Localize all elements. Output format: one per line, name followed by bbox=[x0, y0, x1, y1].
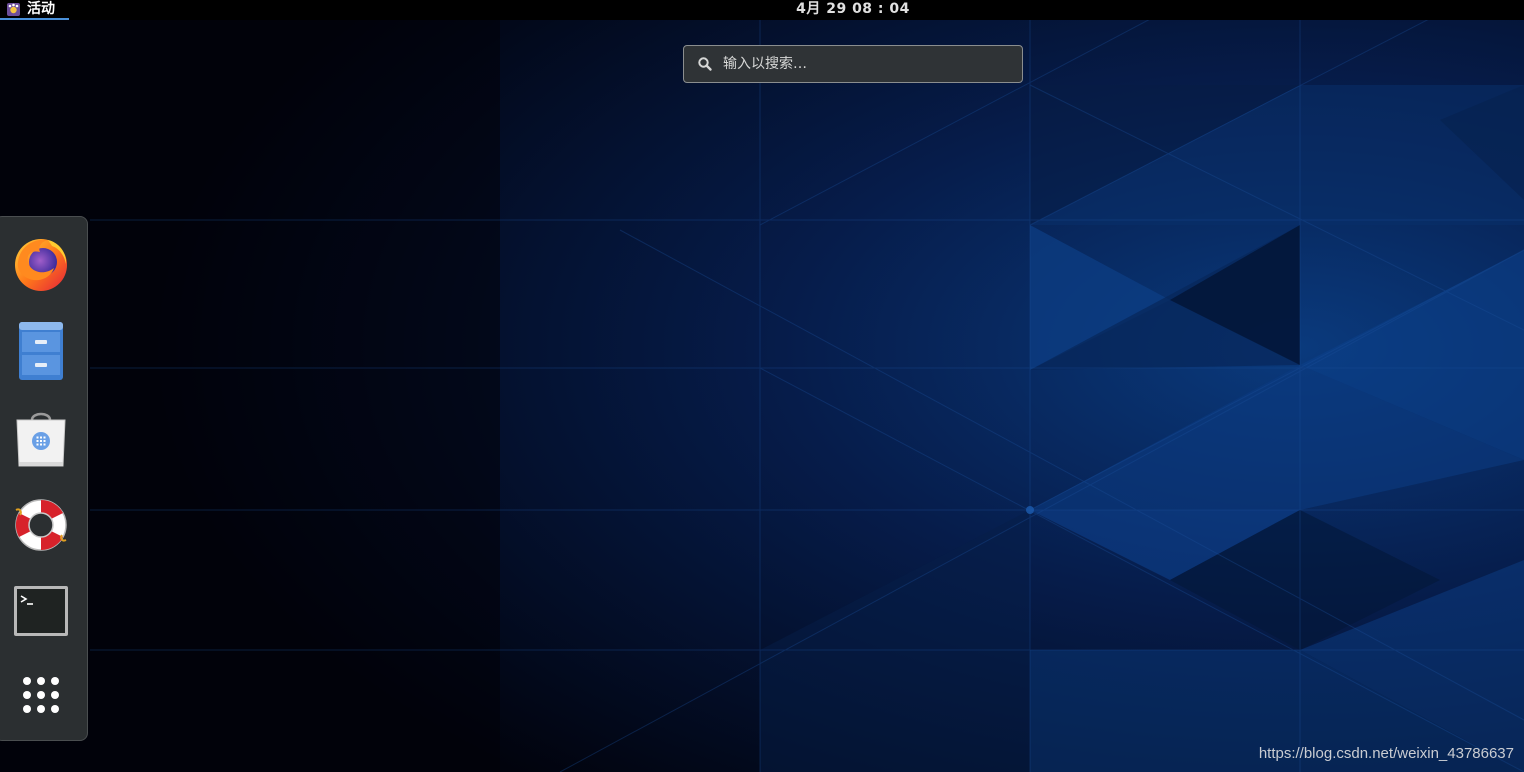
app-grid-icon bbox=[23, 677, 59, 713]
dash bbox=[0, 216, 88, 741]
firefox-icon bbox=[15, 239, 67, 291]
search-entry[interactable] bbox=[683, 45, 1023, 83]
file-cabinet-icon bbox=[19, 322, 63, 380]
terminal-icon bbox=[14, 586, 68, 636]
dash-item-show-applications[interactable] bbox=[5, 659, 77, 731]
search-input[interactable] bbox=[723, 46, 1022, 82]
dash-item-terminal[interactable] bbox=[5, 575, 77, 647]
top-bar: 活动 4月 29 08 : 04 bbox=[0, 0, 1524, 20]
dash-item-help[interactable] bbox=[5, 489, 77, 561]
wallpaper bbox=[0, 0, 1524, 772]
dash-item-files[interactable] bbox=[5, 315, 77, 387]
lifebuoy-icon bbox=[15, 499, 67, 551]
watermark-url: https://blog.csdn.net/weixin_43786637 bbox=[1258, 745, 1514, 762]
dash-item-software[interactable] bbox=[5, 403, 77, 475]
software-bag-icon bbox=[16, 412, 66, 467]
overview-screen: 活动 4月 29 08 : 04 输入以搜索… https://blog.csd… bbox=[0, 0, 1524, 772]
clock-date-time[interactable]: 4月 29 08 : 04 bbox=[0, 0, 1524, 18]
search-icon bbox=[698, 57, 712, 71]
dash-item-firefox[interactable] bbox=[5, 227, 77, 299]
